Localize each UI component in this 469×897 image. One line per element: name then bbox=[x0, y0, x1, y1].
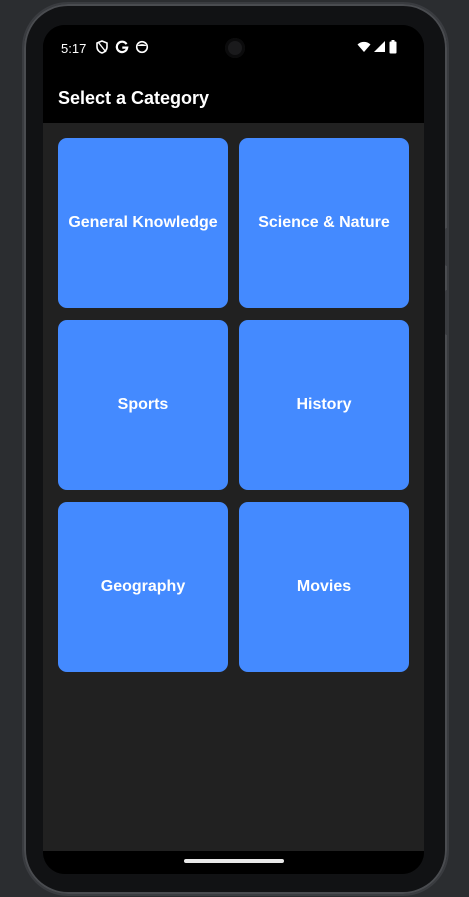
category-grid: General Knowledge Science & Nature Sport… bbox=[58, 138, 409, 672]
category-tile-sports[interactable]: Sports bbox=[58, 320, 228, 490]
shield-icon bbox=[96, 40, 108, 54]
category-label: Science & Nature bbox=[258, 214, 390, 231]
page-title: Select a Category bbox=[58, 88, 210, 108]
status-bar: 5:17 bbox=[43, 25, 424, 71]
category-tile-history[interactable]: History bbox=[239, 320, 409, 490]
google-g-icon bbox=[115, 40, 129, 54]
category-tile-general-knowledge[interactable]: General Knowledge bbox=[58, 138, 228, 308]
home-handle[interactable] bbox=[184, 859, 284, 863]
category-label: Geography bbox=[100, 578, 186, 595]
front-camera bbox=[225, 38, 245, 58]
app-bar: Select a Category bbox=[43, 71, 424, 123]
volume-button bbox=[445, 290, 449, 335]
wifi-icon bbox=[357, 41, 371, 52]
battery-icon bbox=[389, 40, 397, 54]
signal-icon bbox=[374, 41, 385, 52]
power-button bbox=[445, 228, 449, 266]
category-label: Sports bbox=[117, 396, 169, 413]
phone-screen: 5:17 Select a Category General Knowledge… bbox=[43, 25, 424, 874]
category-label: General Knowledge bbox=[68, 214, 218, 231]
category-label: Movies bbox=[296, 578, 352, 595]
category-tile-geography[interactable]: Geography bbox=[58, 502, 228, 672]
face-icon bbox=[135, 40, 149, 54]
category-label: History bbox=[296, 396, 352, 413]
category-tile-science-nature[interactable]: Science & Nature bbox=[239, 138, 409, 308]
status-time: 5:17 bbox=[61, 41, 87, 56]
category-content: General Knowledge Science & Nature Sport… bbox=[43, 123, 424, 851]
gesture-nav-bar bbox=[43, 851, 424, 874]
category-tile-movies[interactable]: Movies bbox=[239, 502, 409, 672]
